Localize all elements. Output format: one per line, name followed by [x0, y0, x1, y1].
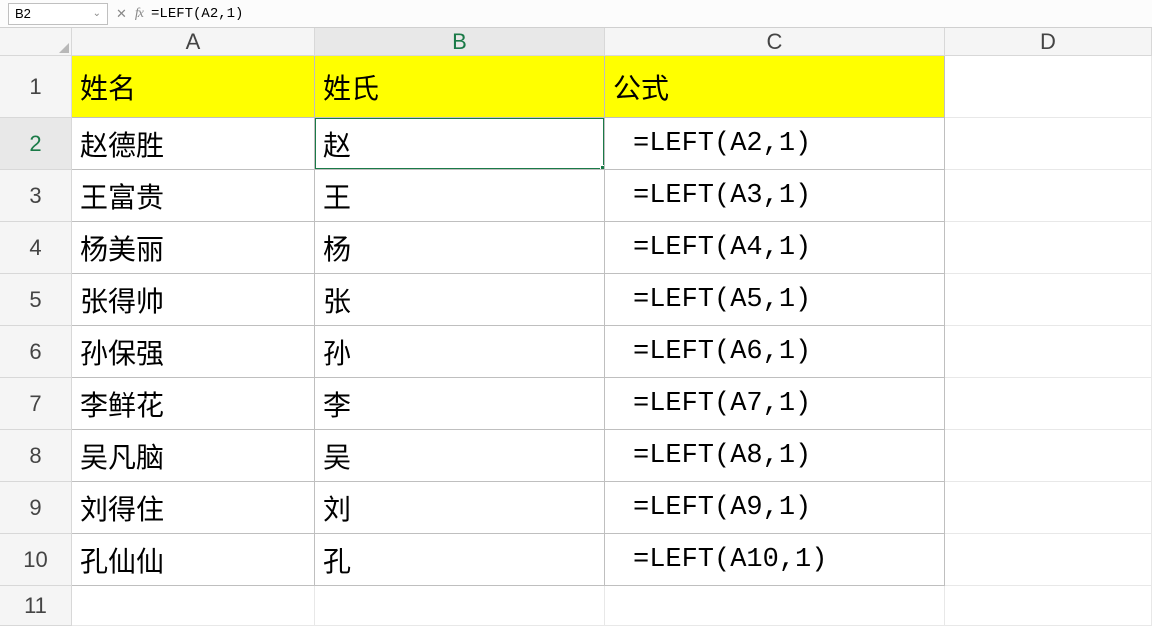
row-4: 4 杨美丽 杨 =LEFT(A4,1)	[0, 222, 1152, 274]
cell-B9[interactable]: 刘	[315, 482, 605, 534]
row-3: 3 王富贵 王 =LEFT(A3,1)	[0, 170, 1152, 222]
row-header-2[interactable]: 2	[0, 118, 72, 170]
cell-B5[interactable]: 张	[315, 274, 605, 326]
cell-B4[interactable]: 杨	[315, 222, 605, 274]
cell-reference: B2	[15, 6, 31, 21]
formula-input[interactable]	[151, 3, 1144, 25]
cell-B8[interactable]: 吴	[315, 430, 605, 482]
cell-D3[interactable]	[945, 170, 1152, 222]
formula-bar: B2 ⌄ ✕ fx	[0, 0, 1152, 28]
cell-D6[interactable]	[945, 326, 1152, 378]
col-header-D[interactable]: D	[945, 28, 1152, 56]
cell-C3[interactable]: =LEFT(A3,1)	[605, 170, 945, 222]
cell-D2[interactable]	[945, 118, 1152, 170]
fx-icon[interactable]: fx	[135, 6, 143, 22]
cell-A7[interactable]: 李鲜花	[72, 378, 315, 430]
cell-D5[interactable]	[945, 274, 1152, 326]
row-header-5[interactable]: 5	[0, 274, 72, 326]
spreadsheet-grid: A B C D 1 姓名 姓氏 公式 2 赵德胜 赵 =LEFT(A2,1) 3…	[0, 28, 1152, 626]
cell-A9[interactable]: 刘得住	[72, 482, 315, 534]
cell-D10[interactable]	[945, 534, 1152, 586]
cell-A10[interactable]: 孔仙仙	[72, 534, 315, 586]
cell-C11[interactable]	[605, 586, 945, 626]
col-header-C[interactable]: C	[605, 28, 945, 56]
cell-A2[interactable]: 赵德胜	[72, 118, 315, 170]
cell-B1[interactable]: 姓氏	[315, 56, 605, 118]
row-header-1[interactable]: 1	[0, 56, 72, 118]
cell-C2[interactable]: =LEFT(A2,1)	[605, 118, 945, 170]
row-6: 6 孙保强 孙 =LEFT(A6,1)	[0, 326, 1152, 378]
row-9: 9 刘得住 刘 =LEFT(A9,1)	[0, 482, 1152, 534]
cell-D9[interactable]	[945, 482, 1152, 534]
cell-D4[interactable]	[945, 222, 1152, 274]
col-header-B[interactable]: B	[315, 28, 605, 56]
cell-C8[interactable]: =LEFT(A8,1)	[605, 430, 945, 482]
cell-D8[interactable]	[945, 430, 1152, 482]
triangle-icon	[59, 43, 69, 53]
name-box[interactable]: B2 ⌄	[8, 3, 108, 25]
cell-A5[interactable]: 张得帅	[72, 274, 315, 326]
cell-A6[interactable]: 孙保强	[72, 326, 315, 378]
cell-B10[interactable]: 孔	[315, 534, 605, 586]
cell-A4[interactable]: 杨美丽	[72, 222, 315, 274]
row-header-10[interactable]: 10	[0, 534, 72, 586]
cell-B6[interactable]: 孙	[315, 326, 605, 378]
row-header-9[interactable]: 9	[0, 482, 72, 534]
cell-C9[interactable]: =LEFT(A9,1)	[605, 482, 945, 534]
row-2: 2 赵德胜 赵 =LEFT(A2,1)	[0, 118, 1152, 170]
cell-B3[interactable]: 王	[315, 170, 605, 222]
selection-outline	[315, 118, 605, 170]
cell-A11[interactable]	[72, 586, 315, 626]
cell-A3[interactable]: 王富贵	[72, 170, 315, 222]
row-header-7[interactable]: 7	[0, 378, 72, 430]
row-header-8[interactable]: 8	[0, 430, 72, 482]
row-10: 10 孔仙仙 孔 =LEFT(A10,1)	[0, 534, 1152, 586]
formula-bar-icons: ✕ fx	[116, 6, 143, 22]
row-header-6[interactable]: 6	[0, 326, 72, 378]
cell-C7[interactable]: =LEFT(A7,1)	[605, 378, 945, 430]
cell-C6[interactable]: =LEFT(A6,1)	[605, 326, 945, 378]
chevron-down-icon[interactable]: ⌄	[93, 8, 101, 19]
col-header-A[interactable]: A	[72, 28, 315, 56]
cell-B7[interactable]: 李	[315, 378, 605, 430]
row-7: 7 李鲜花 李 =LEFT(A7,1)	[0, 378, 1152, 430]
row-header-11[interactable]: 11	[0, 586, 72, 626]
cell-D7[interactable]	[945, 378, 1152, 430]
cell-C1[interactable]: 公式	[605, 56, 945, 118]
cell-D1[interactable]	[945, 56, 1152, 118]
row-8: 8 吴凡脑 吴 =LEFT(A8,1)	[0, 430, 1152, 482]
row-header-4[interactable]: 4	[0, 222, 72, 274]
row-1: 1 姓名 姓氏 公式	[0, 56, 1152, 118]
select-all-corner[interactable]	[0, 28, 72, 56]
cell-C4[interactable]: =LEFT(A4,1)	[605, 222, 945, 274]
cell-A1[interactable]: 姓名	[72, 56, 315, 118]
cell-C5[interactable]: =LEFT(A5,1)	[605, 274, 945, 326]
cell-A8[interactable]: 吴凡脑	[72, 430, 315, 482]
column-headers: A B C D	[0, 28, 1152, 56]
cell-B2[interactable]: 赵	[315, 118, 605, 170]
row-5: 5 张得帅 张 =LEFT(A5,1)	[0, 274, 1152, 326]
cell-C10[interactable]: =LEFT(A10,1)	[605, 534, 945, 586]
cell-B11[interactable]	[315, 586, 605, 626]
cell-D11[interactable]	[945, 586, 1152, 626]
row-header-3[interactable]: 3	[0, 170, 72, 222]
cancel-icon[interactable]: ✕	[116, 6, 127, 22]
row-11: 11	[0, 586, 1152, 626]
